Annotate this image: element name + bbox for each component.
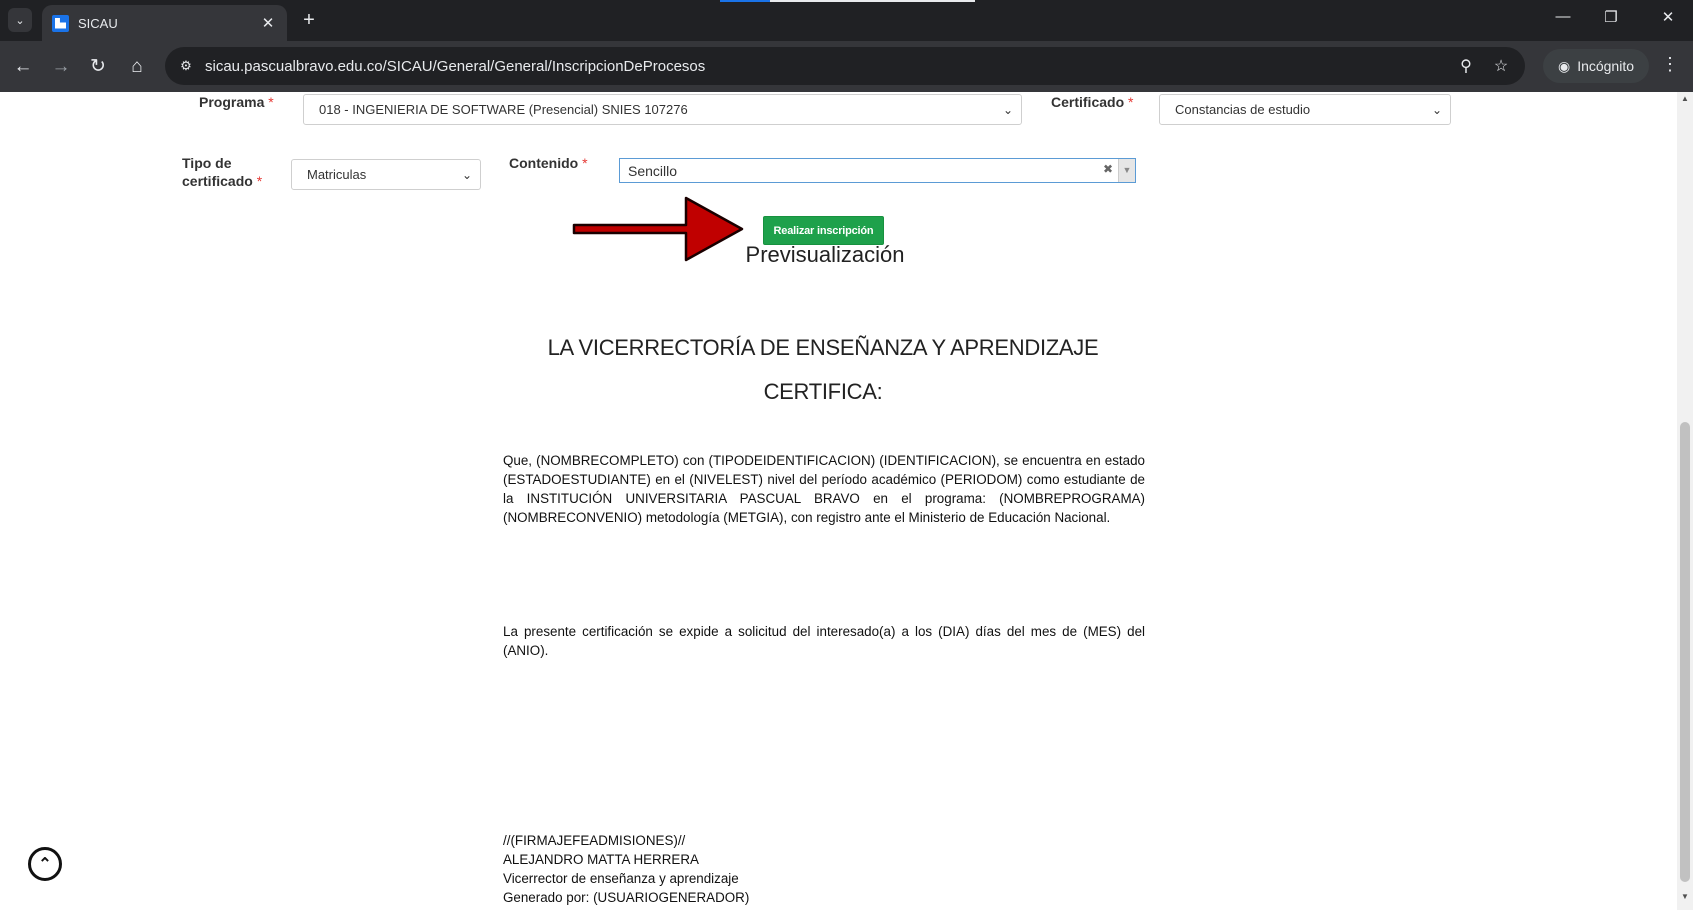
browser-toolbar: ← → ↻ ⌂ ⚙ sicau.pascualbravo.edu.co/SICA… — [0, 41, 1693, 92]
reload-icon[interactable]: ↻ — [85, 54, 111, 80]
restore-icon[interactable]: ❐ — [1599, 8, 1623, 26]
scroll-down-arrow-icon[interactable]: ▼ — [1677, 892, 1693, 906]
site-info-icon[interactable]: ⚙ — [175, 55, 197, 77]
programa-label-text: Programa — [199, 94, 265, 110]
new-tab-plus-icon[interactable]: + — [298, 9, 320, 31]
certificate-paragraph-2: La presente certificación se expide a so… — [503, 624, 1145, 658]
forward-arrow-icon[interactable]: → — [48, 54, 74, 80]
signer-name: ALEJANDRO MATTA HERRERA — [503, 852, 699, 867]
chevron-down-icon: ⌄ — [1431, 102, 1442, 117]
certificate-heading: LA VICERRECTORÍA DE ENSEÑANZA Y APRENDIZ… — [547, 335, 1099, 360]
chevron-down-icon: ⌄ — [1002, 102, 1013, 117]
combo-dropdown-arrow-icon[interactable]: ▼ — [1118, 159, 1135, 182]
page-viewport: Programa * 018 - INGENIERIA DE SOFTWARE … — [0, 92, 1677, 910]
tab-search-chevron-icon[interactable]: ⌄ — [8, 8, 32, 32]
loading-progress-bar — [720, 0, 975, 2]
programa-select[interactable]: 018 - INGENIERIA DE SOFTWARE (Presencial… — [303, 94, 1022, 125]
required-mark: * — [582, 155, 588, 171]
certificate-subheading: CERTIFICA: — [763, 379, 883, 404]
bookmark-star-icon[interactable]: ☆ — [1490, 56, 1512, 76]
incognito-icon: ◉ — [1557, 57, 1571, 74]
browser-tab-sicau[interactable]: SICAU ✕ — [42, 5, 287, 41]
signature-placeholder: //(FIRMAJEFEADMISIONES)// — [503, 833, 686, 848]
contenido-combobox[interactable]: Sencillo ✖ ▼ — [619, 158, 1136, 183]
address-bar[interactable]: ⚙ sicau.pascualbravo.edu.co/SICAU/Genera… — [165, 47, 1525, 85]
incognito-label: Incógnito — [1577, 58, 1635, 74]
back-arrow-icon[interactable]: ← — [10, 54, 36, 80]
tab-title: SICAU — [78, 15, 118, 31]
programa-label: Programa * — [199, 93, 274, 111]
page-scrollbar[interactable]: ▲ ▼ — [1677, 92, 1693, 910]
certificado-label: Certificado * — [1051, 93, 1133, 111]
chevron-down-icon: ⌄ — [461, 167, 472, 182]
tipo-label-line1: Tipo de — [182, 155, 232, 171]
required-mark: * — [268, 94, 274, 110]
required-mark: * — [1128, 94, 1134, 110]
certificado-selected-value: Constancias de estudio — [1175, 102, 1311, 117]
tab-close-icon[interactable]: ✕ — [259, 14, 277, 32]
back-to-top-icon[interactable]: ⌃ — [28, 847, 62, 881]
generated-by: Generado por: (USUARIOGENERADOR) — [503, 890, 750, 905]
zoom-icon[interactable]: ⚲ — [1455, 56, 1477, 76]
preview-title: Previsualización — [745, 242, 905, 267]
browser-menu-icon[interactable]: ⋮ — [1660, 54, 1680, 75]
contenido-selected-value: Sencillo — [628, 162, 678, 179]
programa-selected-value: 018 - INGENIERIA DE SOFTWARE (Presencial… — [319, 102, 688, 117]
browser-tabstrip: ⌄ SICAU ✕ + — ❐ ✕ — [0, 0, 1693, 41]
certificate-paragraph-1: Que, (NOMBRECOMPLETO) con (TIPODEIDENTIF… — [503, 453, 1145, 525]
contenido-label: Contenido * — [509, 154, 588, 172]
certificado-select[interactable]: Constancias de estudio ⌄ — [1159, 94, 1451, 125]
signer-role: Vicerrector de enseñanza y aprendizaje — [503, 871, 739, 886]
minimize-icon[interactable]: — — [1551, 8, 1575, 25]
realizar-inscripcion-button[interactable]: Realizar inscripción — [763, 216, 884, 245]
clear-selection-icon[interactable]: ✖ — [1103, 162, 1113, 176]
incognito-indicator[interactable]: ◉ Incógnito — [1543, 49, 1649, 83]
url-text[interactable]: sicau.pascualbravo.edu.co/SICAU/General/… — [205, 58, 1455, 75]
window-close-icon[interactable]: ✕ — [1656, 8, 1680, 26]
certificado-label-text: Certificado — [1051, 94, 1125, 110]
sicau-favicon-icon — [52, 14, 69, 32]
contenido-label-text: Contenido — [509, 155, 579, 171]
scroll-up-arrow-icon[interactable]: ▲ — [1677, 94, 1693, 108]
tipo-selected-value: Matriculas — [307, 167, 367, 182]
scrollbar-thumb[interactable] — [1680, 422, 1690, 882]
tipo-certificado-select[interactable]: Matriculas ⌄ — [291, 159, 481, 190]
home-icon[interactable]: ⌂ — [124, 54, 150, 80]
required-mark: * — [256, 173, 263, 189]
tipo-certificado-label: Tipo de certificado * — [182, 154, 262, 190]
tipo-label-line2: certificado — [182, 173, 253, 189]
